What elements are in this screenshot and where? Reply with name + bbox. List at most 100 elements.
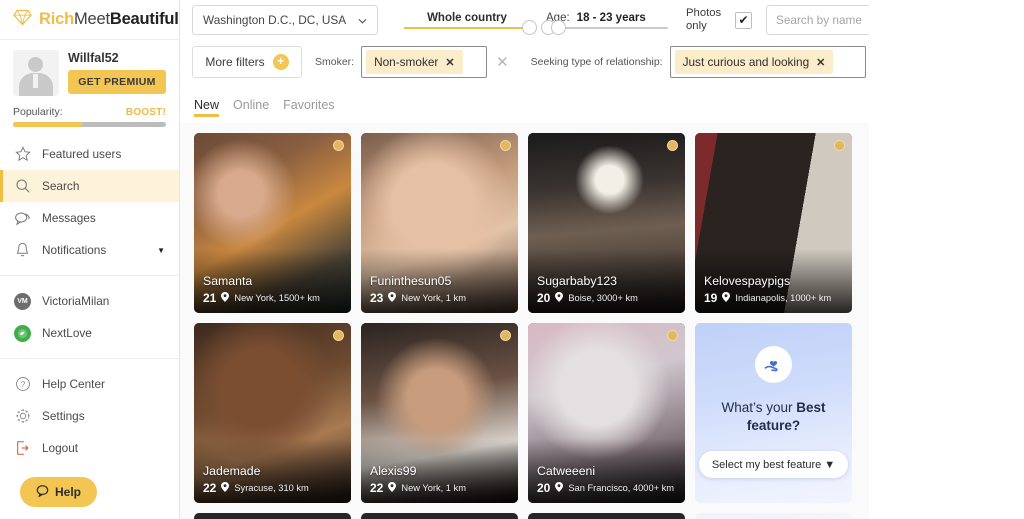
card-username: Catweeeni [537, 464, 596, 478]
profile-card[interactable]: Kelovespaypigs 19 Indianapolis, 1000+ km [695, 133, 852, 313]
card-info: Catweeeni 20 San Francisco, 4000+ km [537, 464, 677, 495]
sidebar-item-settings[interactable]: Settings [0, 400, 179, 432]
sidebar-item-label: Featured users [42, 147, 122, 161]
logo-meet: Meet [73, 10, 110, 28]
relationship-chip-box[interactable]: Just curious and looking ✕ [669, 46, 866, 78]
card-username: Samanta [203, 274, 253, 288]
hand-heart-icon [755, 346, 792, 383]
logo[interactable]: RichMeetBeautiful [0, 0, 179, 40]
tab-online[interactable]: Online [233, 98, 269, 117]
profile-card[interactable]: Sugarbaby123 20 Boise, 3000+ km [528, 133, 685, 313]
plus-icon: + [272, 54, 289, 70]
profile-card[interactable] [695, 513, 852, 519]
profile-card[interactable]: Funinthesun05 23 New York, 1 km [361, 133, 518, 313]
tab-favorites[interactable]: Favorites [283, 98, 334, 117]
sidebar-item-featured-users[interactable]: Featured users [0, 138, 179, 170]
card-info: Sugarbaby123 20 Boise, 3000+ km [537, 274, 677, 305]
card-username: Sugarbaby123 [537, 274, 617, 288]
more-filters-button[interactable]: More filters + [192, 46, 302, 78]
sidebar: RichMeetBeautiful Willfal52 GET PREMIUM … [0, 0, 180, 519]
favorite-badge-icon[interactable] [500, 140, 511, 151]
popularity-label: Popularity: [13, 106, 63, 118]
smoker-chip[interactable]: Non-smoker ✕ [366, 50, 463, 74]
help-button[interactable]: Help [20, 477, 98, 507]
card-location: Boise, 3000+ km [568, 293, 638, 303]
help-button-label: Help [55, 485, 82, 499]
distance-slider[interactable]: Whole country [404, 11, 537, 35]
card-age: 19 [704, 291, 718, 305]
get-premium-button[interactable]: GET PREMIUM [68, 70, 166, 94]
smoker-clear-icon[interactable]: ✕ [496, 53, 509, 71]
card-info: Kelovespaypigs 19 Indianapolis, 1000+ km [704, 274, 844, 305]
card-location: New York, 1500+ km [234, 293, 320, 303]
photos-only-toggle[interactable]: Photos only ✔ [686, 7, 752, 33]
relationship-chip[interactable]: Just curious and looking ✕ [674, 50, 834, 74]
sidebar-item-label: Help Center [42, 377, 105, 391]
card-info: Jademade 22 Syracuse, 310 km [203, 464, 343, 495]
profile-block: Willfal52 GET PREMIUM [0, 40, 179, 96]
distance-knob[interactable] [522, 20, 537, 35]
distance-track[interactable] [404, 20, 537, 35]
card-username: Kelovespaypigs [704, 274, 791, 288]
favorite-badge-icon[interactable] [667, 140, 678, 151]
photos-only-line1: Photos [686, 7, 722, 20]
location-pin-icon [388, 482, 397, 494]
close-icon[interactable]: ✕ [816, 56, 825, 69]
profile-card[interactable]: Jademade 22 Syracuse, 310 km [194, 323, 351, 503]
sidebar-item-notifications[interactable]: Notifications ▼ [0, 234, 179, 266]
sidebar-item-logout[interactable]: Logout [0, 432, 179, 464]
chevron-down-icon [358, 13, 367, 27]
favorite-badge-icon[interactable] [834, 140, 845, 151]
location-pin-icon [388, 292, 397, 304]
tab-new[interactable]: New [194, 98, 220, 117]
photos-only-line2: only [686, 20, 707, 32]
avatar[interactable] [13, 50, 59, 96]
profile-card[interactable]: Alexis99 22 New York, 1 km [361, 323, 518, 503]
relationship-chip-label: Just curious and looking [682, 55, 810, 69]
app-root: RichMeetBeautiful Willfal52 GET PREMIUM … [0, 0, 1024, 519]
card-meta: 20 San Francisco, 4000+ km [537, 481, 677, 495]
card-meta: 20 Boise, 3000+ km [537, 291, 677, 305]
username: Willfal52 [68, 51, 119, 65]
card-info: Funinthesun05 23 New York, 1 km [370, 274, 510, 305]
sidebar-item-nextlove[interactable]: NextLove [0, 317, 179, 349]
favorite-badge-icon[interactable] [500, 330, 511, 341]
favorite-badge-icon[interactable] [667, 330, 678, 341]
select-best-feature-button[interactable]: Select my best feature ▼ [698, 451, 849, 479]
location-pin-icon [555, 482, 564, 494]
boost-link[interactable]: BOOST! [126, 107, 166, 118]
photos-only-checkbox[interactable]: ✔ [735, 11, 752, 29]
profile-card[interactable]: Catweeeni 20 San Francisco, 4000+ km [528, 323, 685, 503]
profile-card[interactable] [361, 513, 518, 519]
profile-card[interactable] [528, 513, 685, 519]
sidebar-item-label: NextLove [42, 326, 92, 340]
chat-icon [14, 210, 31, 227]
sidebar-item-label: Search [42, 179, 80, 193]
profile-card[interactable] [194, 513, 351, 519]
sidebar-item-messages[interactable]: Messages [0, 202, 179, 234]
smoker-chip-box[interactable]: Non-smoker ✕ [361, 46, 488, 78]
favorite-badge-icon[interactable] [333, 140, 344, 151]
profile-card[interactable]: Samanta 21 New York, 1500+ km [194, 133, 351, 313]
card-location: Indianapolis, 1000+ km [735, 293, 832, 303]
bell-icon [14, 242, 31, 259]
close-icon[interactable]: ✕ [445, 56, 454, 69]
favorite-badge-icon[interactable] [333, 330, 344, 341]
select-best-feature-label: Select my best feature [711, 458, 822, 471]
location-select[interactable]: Washington D.C., DC, USA [192, 5, 378, 35]
sidebar-item-search[interactable]: Search [0, 170, 179, 202]
age-slider[interactable]: Age: 18 - 23 years [541, 12, 668, 35]
sidebar-nav: Featured users Search Messages Notification… [0, 138, 179, 266]
sidebar-brands: VM VictoriaMilan NextLove [0, 285, 179, 349]
card-meta: 19 Indianapolis, 1000+ km [704, 291, 844, 305]
age-track[interactable] [541, 20, 668, 35]
chevron-down-icon[interactable]: ▼ [157, 246, 165, 255]
svg-text:?: ? [20, 380, 25, 389]
distance-caption: Whole country [427, 11, 507, 24]
card-username: Alexis99 [370, 464, 417, 478]
location-pin-icon [221, 292, 230, 304]
checkmark-icon: ✔ [738, 13, 749, 27]
sidebar-item-victoriamilan[interactable]: VM VictoriaMilan [0, 285, 179, 317]
age-knob-max[interactable] [551, 20, 567, 35]
sidebar-item-help-center[interactable]: ? Help Center [0, 368, 179, 400]
